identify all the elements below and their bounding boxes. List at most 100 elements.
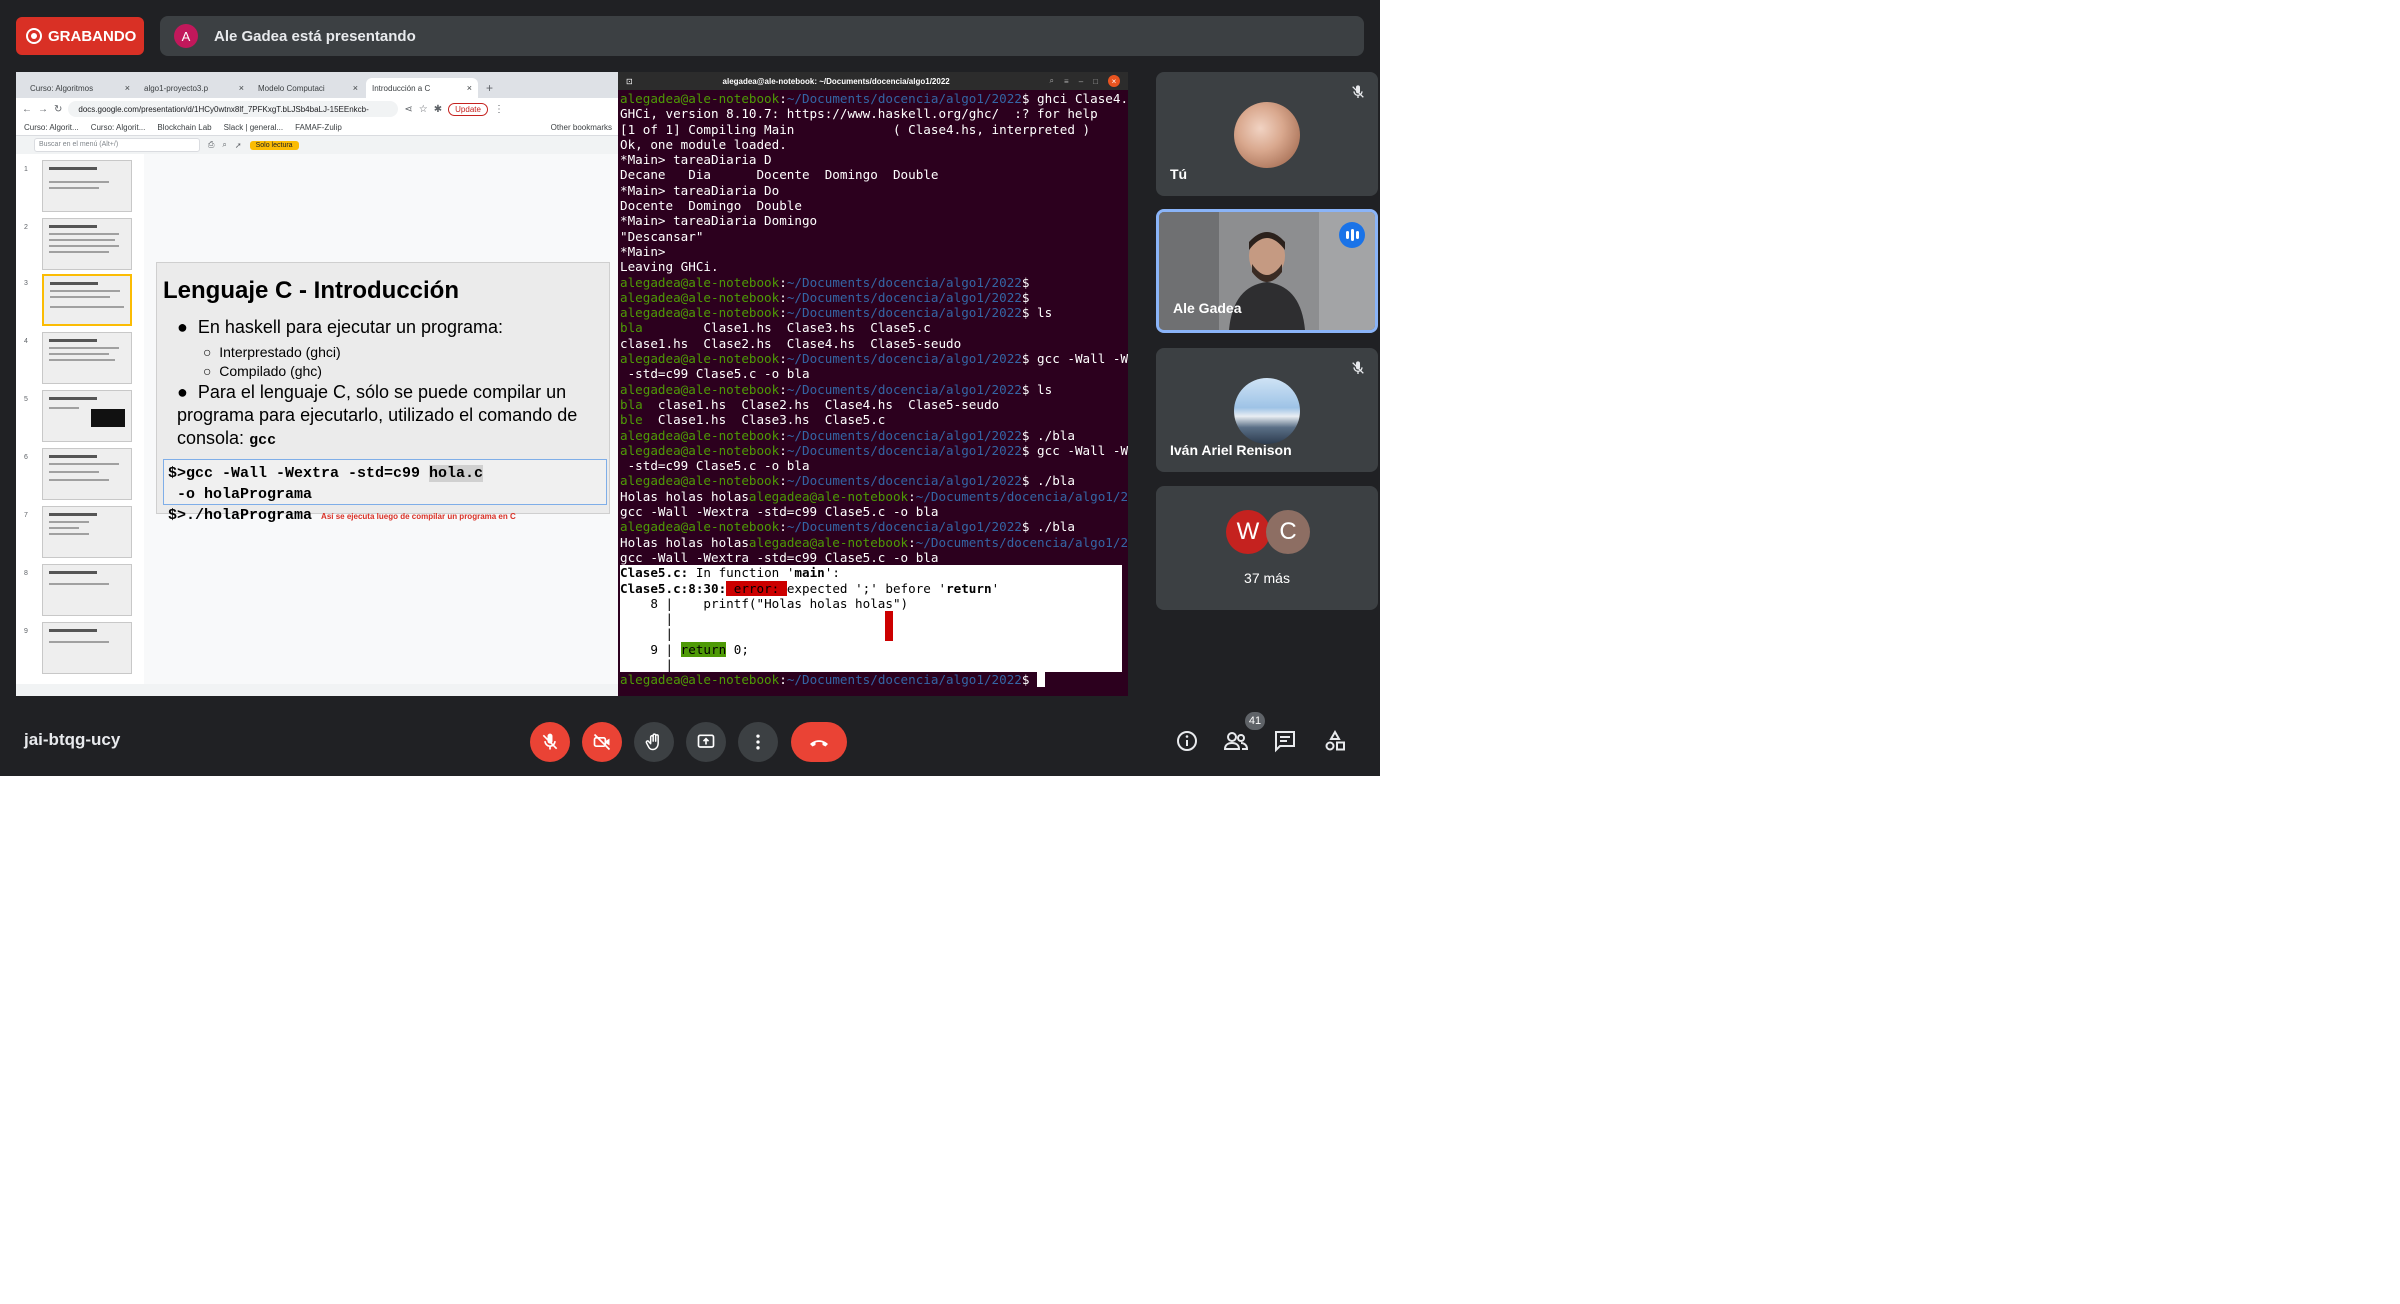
terminal-line: GHCi, version 8.10.7: https://www.haskel… — [620, 106, 1098, 122]
participant-name: Ale Gadea — [1173, 300, 1242, 316]
bookmark-item[interactable]: Slack | general... — [224, 123, 283, 132]
slide-bullet: ● Para el lenguaje C, sólo se puede comp… — [177, 382, 578, 449]
close-tab-icon[interactable]: × — [125, 83, 130, 93]
search-icon[interactable]: ⌕ — [1050, 76, 1054, 86]
terminal-line: bla clase1.hs Clase2.hs Clase4.hs Clase5… — [620, 396, 1000, 412]
terminal-line: "Descansar" — [620, 228, 704, 244]
browser-tab-strip: Curso: Algoritmos × algo1-proyecto3.p × Mo… — [16, 72, 618, 98]
terminal-line: bla Clase1.hs Clase3.hs Clase5.c — [620, 320, 931, 336]
terminal-output[interactable]: alegadea@ale-notebook:~/Documents/docenc… — [618, 90, 1128, 689]
raise-hand-button[interactable] — [634, 722, 674, 762]
terminal-title: alegadea@ale-notebook: ~/Documents/docen… — [722, 76, 950, 86]
camera-toggle-button[interactable] — [582, 722, 622, 762]
mic-toggle-button[interactable] — [530, 722, 570, 762]
slide-thumbnail[interactable] — [42, 564, 132, 616]
bookmark-item[interactable]: Blockchain Lab — [157, 123, 211, 132]
end-call-button[interactable] — [791, 722, 847, 762]
minimize-icon[interactable]: – — [1079, 77, 1083, 86]
terminal-line: Holas holas holasalegadea@ale-notebook:~… — [620, 534, 1128, 550]
slide-bullet: ● En haskell para ejecutar un programa: — [177, 317, 504, 337]
terminal-line: alegadea@ale-notebook:~/Documents/docenc… — [620, 351, 1128, 367]
terminal-titlebar: ⊡ alegadea@ale-notebook: ~/Documents/doc… — [618, 72, 1128, 90]
meeting-details-button[interactable] — [1172, 726, 1202, 756]
forward-icon[interactable]: → — [38, 104, 48, 115]
mic-off-icon — [542, 733, 558, 750]
bookmark-item[interactable]: FAMAF-Zulip — [295, 123, 342, 132]
slide-thumbnail[interactable] — [42, 218, 132, 270]
browser-tab[interactable]: Modelo Computaci × — [252, 78, 364, 98]
more-options-icon — [756, 734, 760, 750]
print-icon[interactable]: ⎙ — [208, 140, 214, 150]
slide-number: 3 — [24, 280, 28, 287]
slide-thumbnail[interactable] — [42, 448, 132, 500]
maximize-icon[interactable]: □ — [1093, 77, 1098, 86]
activities-button[interactable] — [1320, 726, 1350, 756]
people-button[interactable] — [1221, 726, 1251, 756]
terminal-line: alegadea@ale-notebook:~/Documents/docenc… — [620, 91, 1128, 106]
more-participants-tile[interactable]: W C 37 más — [1156, 486, 1378, 610]
hamburger-menu-icon[interactable]: ≡ — [1064, 77, 1069, 86]
zoom-icon[interactable]: ⌕ — [222, 140, 226, 150]
bookmark-star-icon[interactable]: ☆ — [419, 104, 428, 115]
menu-search-input[interactable]: Buscar en el menú (Alt+/) — [34, 138, 200, 152]
close-tab-icon[interactable]: × — [239, 83, 244, 93]
present-icon — [697, 734, 715, 748]
participant-tile-self[interactable]: Tú — [1156, 72, 1378, 196]
slide-thumbnail[interactable] — [42, 390, 132, 442]
slide-number: 1 — [24, 166, 28, 173]
presenter-text: Ale Gadea está presentando — [214, 27, 416, 45]
browser-menu-icon[interactable]: ⋮ — [494, 104, 504, 115]
slide-thumbnail-selected[interactable] — [42, 274, 132, 326]
browser-tab[interactable]: algo1-proyecto3.p × — [138, 78, 250, 98]
browser-tab-active[interactable]: Introducción a C × — [366, 78, 478, 98]
participant-tile[interactable]: Iván Ariel Renison — [1156, 348, 1378, 472]
more-options-button[interactable] — [738, 722, 778, 762]
recording-badge[interactable]: GRABANDO — [16, 17, 144, 55]
record-icon — [26, 28, 42, 44]
terminal-line: *Main> tareaDiaria D — [620, 152, 772, 168]
terminal-line: Clase5.c:8:30: error: expected ';' befor… — [620, 580, 1000, 596]
new-tab-icon[interactable]: + — [480, 78, 499, 98]
participants-count-badge: 41 — [1245, 712, 1265, 730]
bookmark-item[interactable]: Curso: Algorit... — [91, 123, 146, 132]
terminal-line: alegadea@ale-notebook:~/Documents/docenc… — [620, 442, 1128, 458]
pointer-icon[interactable]: ➚ — [235, 141, 242, 150]
slide-thumbnail[interactable] — [42, 506, 132, 558]
slide-number: 8 — [24, 570, 28, 577]
slide-thumbnail[interactable] — [42, 332, 132, 384]
extensions-icon[interactable]: ✱ — [434, 104, 442, 115]
terminal-line: *Main> — [620, 243, 666, 259]
raise-hand-icon — [645, 733, 659, 751]
new-tab-icon[interactable]: ⊡ — [626, 77, 633, 86]
participant-tile-speaking[interactable]: Ale Gadea — [1156, 209, 1378, 333]
address-bar[interactable]: docs.google.com/presentation/d/1HCy0wtnx… — [68, 101, 399, 117]
terminal-line: alegadea@ale-notebook:~/Documents/docenc… — [620, 381, 1053, 397]
browser-window: Curso: Algoritmos × algo1-proyecto3.p × Mo… — [16, 72, 618, 696]
readonly-badge[interactable]: Solo lectura — [249, 140, 299, 150]
close-icon[interactable]: × — [1108, 75, 1120, 87]
back-icon[interactable]: ← — [22, 104, 32, 115]
close-tab-icon[interactable]: × — [467, 83, 472, 93]
presenting-banner: A Ale Gadea está presentando — [160, 16, 1364, 56]
terminal-line: alegadea@ale-notebook:~/Documents/docenc… — [620, 289, 1030, 305]
bookmark-item[interactable]: Curso: Algorit... — [24, 123, 79, 132]
browser-tab[interactable]: Curso: Algoritmos × — [24, 78, 136, 98]
chat-button[interactable] — [1270, 726, 1300, 756]
share-icon[interactable]: ⋖ — [404, 104, 412, 115]
slide-number: 5 — [24, 396, 28, 403]
slide-thumbnail[interactable] — [42, 622, 132, 674]
end-call-icon — [810, 740, 828, 747]
recording-label: GRABANDO — [48, 27, 137, 45]
terminal-line: alegadea@ale-notebook:~/Documents/docenc… — [620, 672, 1126, 688]
terminal-line: Holas holas holasalegadea@ale-notebook:~… — [620, 488, 1128, 504]
terminal-line: Clase5.c: In function 'main': — [620, 565, 840, 581]
update-button[interactable]: Update — [448, 102, 488, 116]
avatar — [1234, 102, 1300, 168]
other-bookmarks[interactable]: Other bookmarks — [551, 123, 612, 132]
terminal-line: | — [620, 611, 1122, 627]
present-screen-button[interactable] — [686, 722, 726, 762]
reload-icon[interactable]: ↻ — [54, 104, 62, 115]
info-icon — [1177, 731, 1197, 751]
close-tab-icon[interactable]: × — [353, 83, 358, 93]
slide-thumbnail[interactable] — [42, 160, 132, 212]
